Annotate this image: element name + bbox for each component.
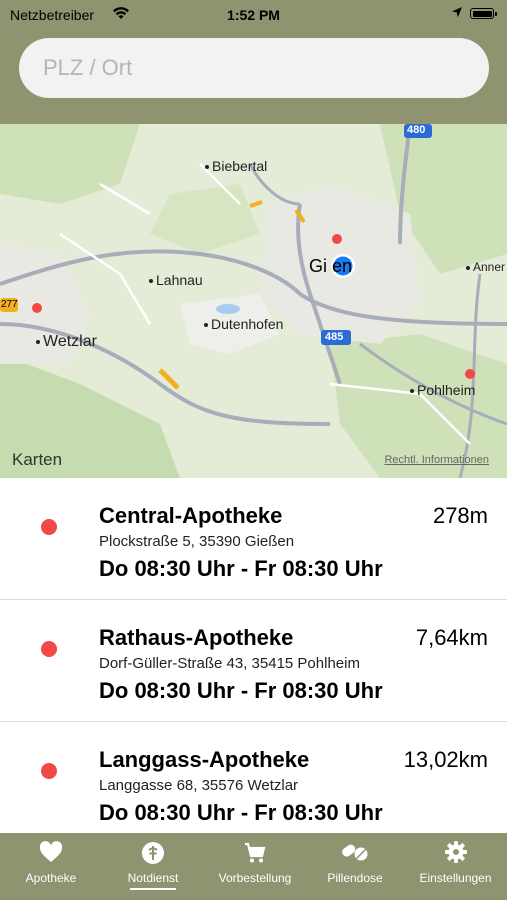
map-label-pohlheim: Pohlheim: [410, 382, 475, 398]
tab-notdienst[interactable]: Notdienst: [102, 833, 204, 900]
tab-label: Pillendose: [327, 871, 383, 885]
pharmacy-hours: Do 08:30 Uhr - Fr 08:30 Uhr: [99, 800, 383, 825]
gear-icon: [444, 841, 467, 866]
pharmacy-distance: 13,02km: [403, 747, 488, 772]
pharmacy-address: Dorf-Güller-Straße 43, 35415 Pohlheim: [99, 655, 360, 672]
tab-vorbestellung[interactable]: Vorbestellung: [204, 833, 306, 900]
map-label-biebertal: Biebertal: [205, 158, 267, 174]
location-arrow-icon: [451, 6, 463, 22]
map-label-anner: Anner: [466, 260, 505, 274]
pharmacy-name: Langgass-Apotheke: [99, 747, 310, 772]
pharmacy-hours: Do 08:30 Uhr - Fr 08:30 Uhr: [99, 678, 383, 703]
active-tab-indicator: [130, 888, 176, 890]
legal-link[interactable]: Rechtl. Informationen: [384, 454, 489, 466]
pin-dot-icon: [41, 519, 57, 535]
maps-brand: Karten: [12, 450, 63, 469]
tab-label: Notdienst: [127, 871, 179, 885]
pin-dot-icon: [41, 763, 57, 779]
road-shield-485: 485: [325, 331, 344, 343]
map-roads: [0, 124, 507, 478]
tab-label: Vorbestellung: [218, 871, 292, 885]
cart-icon: [243, 841, 267, 868]
battery-icon: [470, 8, 497, 19]
tab-einstellungen[interactable]: Einstellungen: [404, 833, 507, 900]
pharmacy-name: Rathaus-Apotheke: [99, 625, 294, 650]
map-label-wetzlar: Wetzlar: [36, 333, 97, 351]
tab-pillendose[interactable]: Pillendose: [306, 833, 404, 900]
road-shield-480: 480: [407, 124, 426, 136]
pin-dot-icon: [41, 641, 57, 657]
pharmacy-distance: 7,64km: [415, 625, 488, 650]
tab-label: Apotheke: [25, 871, 77, 885]
road-shield-277: 277: [1, 299, 18, 310]
list-item[interactable]: Central-Apotheke 278m Plockstraße 5, 353…: [0, 478, 507, 600]
map-label-dutenhofen: Dutenhofen: [204, 316, 283, 332]
pharmacy-distance: 278m: [432, 503, 488, 528]
pharmacy-hours: Do 08:30 Uhr - Fr 08:30 Uhr: [99, 556, 383, 581]
map-label-giessen: Gi en: [309, 256, 353, 276]
pharmacy-list: Central-Apotheke 278m Plockstraße 5, 353…: [0, 478, 507, 843]
pharmacy-address: Langgasse 68, 35576 Wetzlar: [99, 777, 299, 794]
heart-icon: [39, 841, 63, 866]
map-label-lahnau: Lahnau: [149, 272, 203, 288]
map-view[interactable]: 480 485 277 Biebertal Lahnau Gi en Duten…: [0, 124, 507, 478]
header-bar: Netzbetreiber 1:52 PM: [0, 0, 507, 124]
pharmacy-address: Plockstraße 5, 35390 Gießen: [99, 533, 295, 550]
emergency-icon: [141, 841, 165, 868]
clock: 1:52 PM: [227, 7, 280, 23]
list-item[interactable]: Rathaus-Apotheke 7,64km Dorf-Güller-Stra…: [0, 600, 507, 722]
list-item[interactable]: Langgass-Apotheke 13,02km Langgasse 68, …: [0, 722, 507, 843]
tab-apotheke[interactable]: Apotheke: [0, 833, 102, 900]
pharmacy-name: Central-Apotheke: [99, 503, 283, 528]
tab-label: Einstellungen: [419, 871, 492, 885]
status-bar: Netzbetreiber 1:52 PM: [0, 0, 507, 30]
tab-bar: Apotheke Notdienst Vorbestellung Pillend…: [0, 833, 507, 900]
search-input[interactable]: [19, 38, 489, 98]
pills-icon: [341, 841, 369, 866]
